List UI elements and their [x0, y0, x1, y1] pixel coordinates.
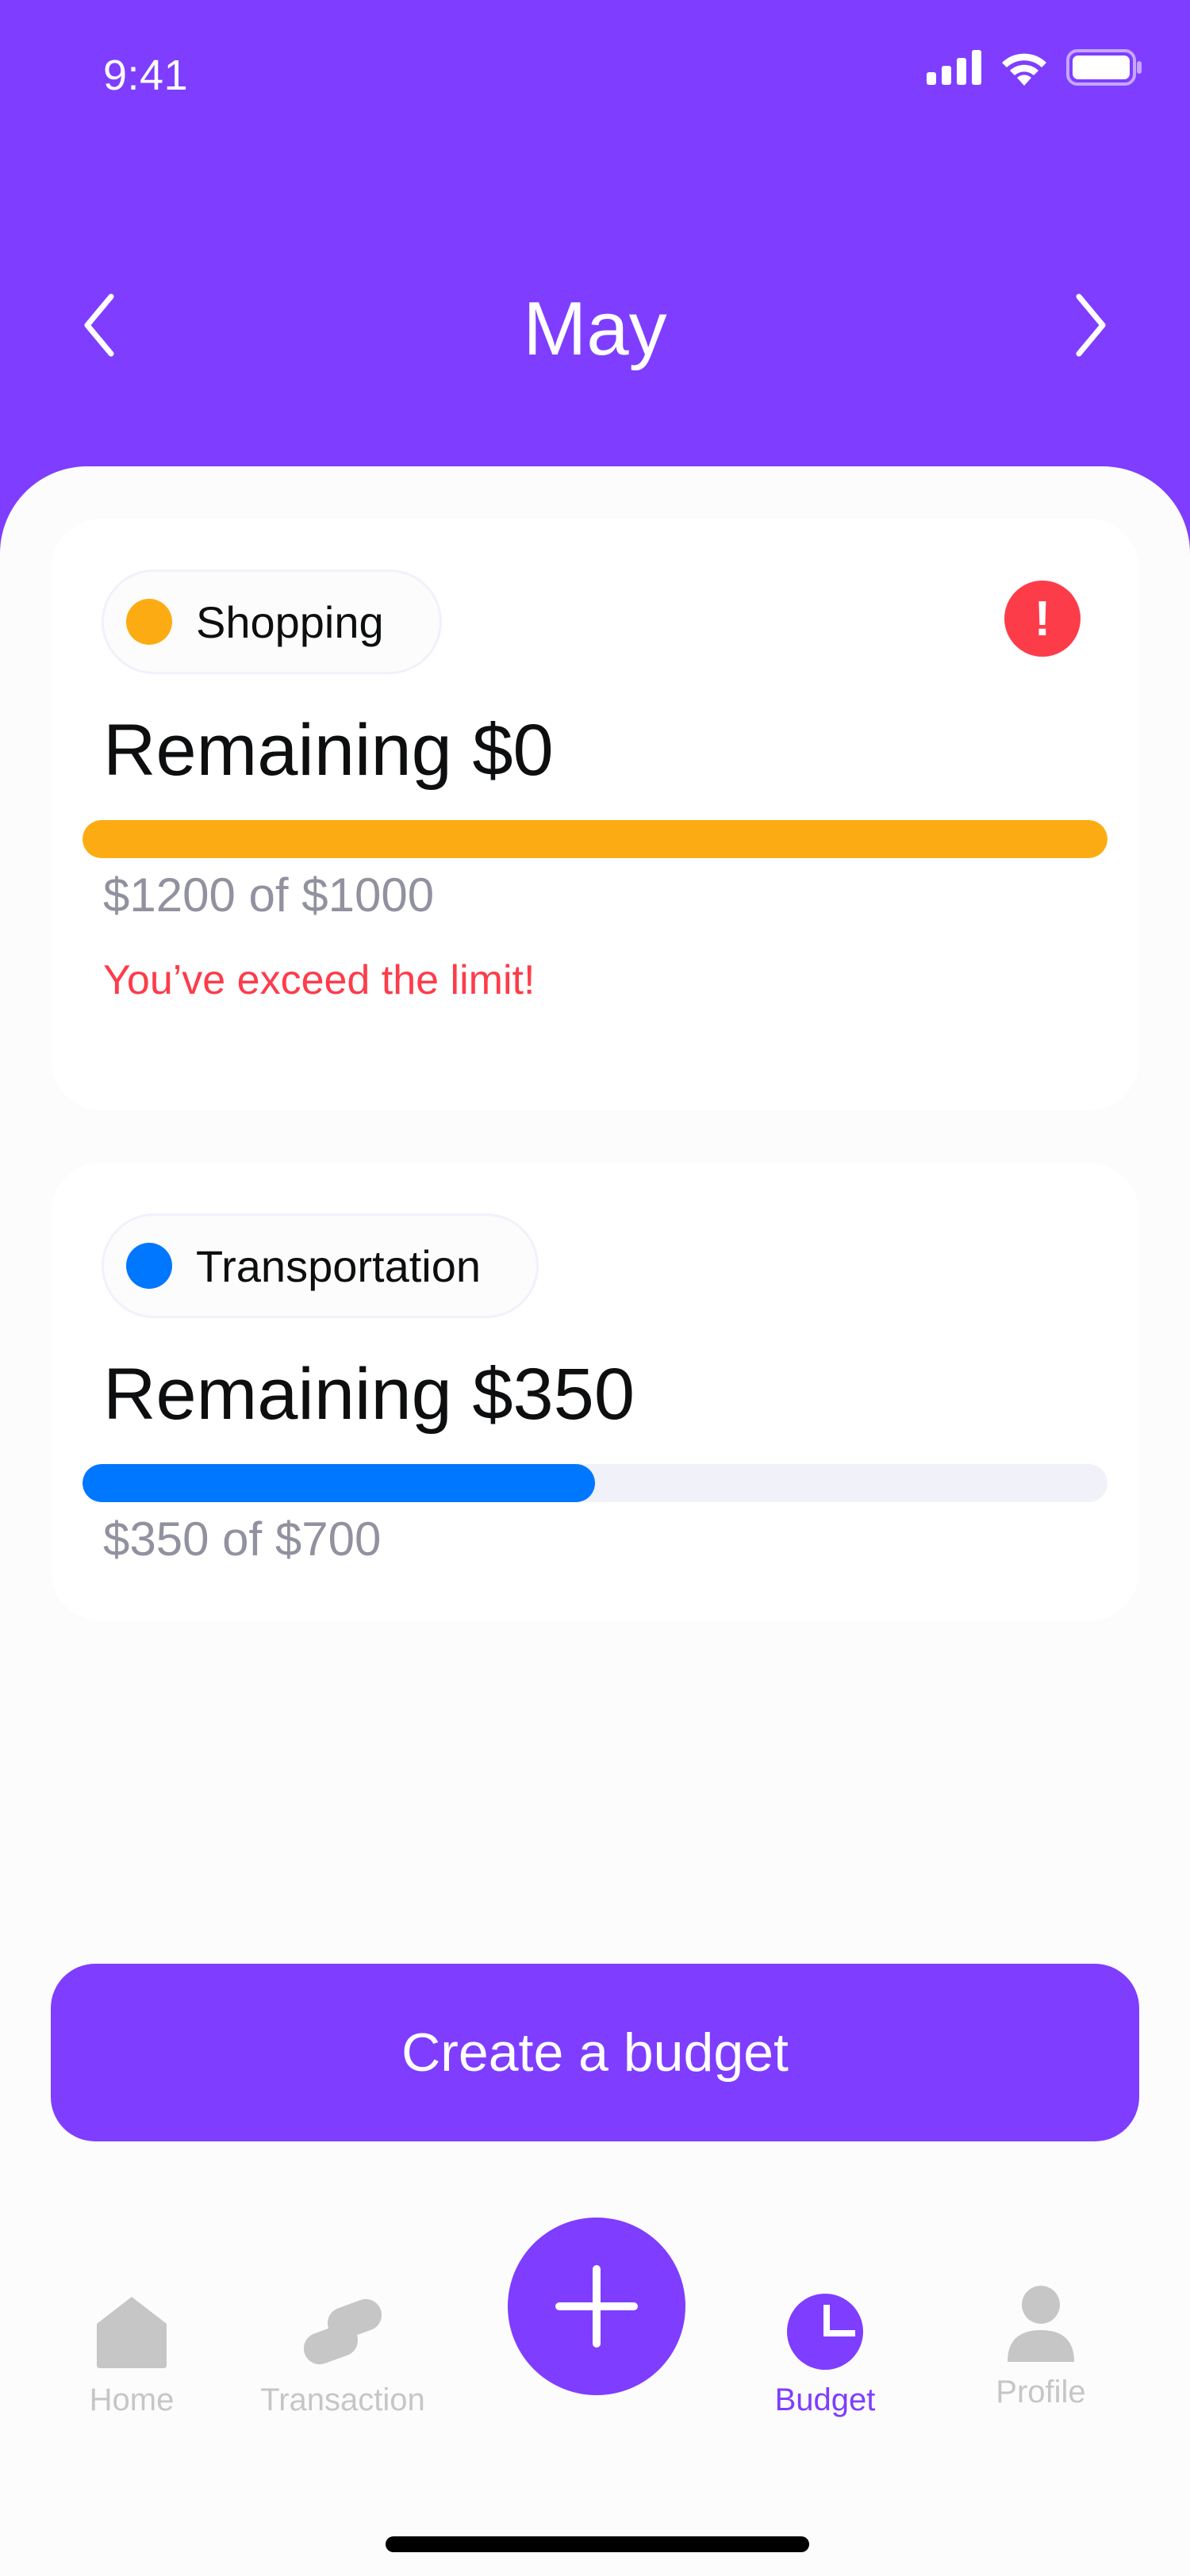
next-month-button[interactable]	[1055, 286, 1127, 365]
budget-progress-fill	[83, 1464, 595, 1502]
chevron-right-icon	[1076, 293, 1106, 357]
month-title: May	[523, 286, 667, 371]
budget-screen: 9:41 May Shopping ! Remaining $0 $1200 o…	[0, 0, 1190, 2576]
wifi-icon	[1002, 53, 1046, 86]
remaining-amount: Remaining $350	[103, 1354, 635, 1435]
alert-icon: !	[1004, 581, 1081, 657]
nav-home[interactable]: Home	[36, 2292, 227, 2418]
nav-profile-label: Profile	[996, 2375, 1086, 2409]
pie-chart-icon	[787, 2294, 863, 2370]
budget-progress-fill	[83, 820, 1107, 858]
status-time: 9:41	[103, 52, 189, 99]
home-icon	[97, 2297, 167, 2368]
category-label: Shopping	[196, 596, 384, 647]
nav-profile[interactable]: Profile	[946, 2284, 1136, 2410]
add-button[interactable]	[508, 2218, 685, 2395]
transaction-icon	[303, 2298, 382, 2365]
budget-progress-bar	[83, 820, 1107, 858]
plus-icon	[555, 2265, 638, 2348]
nav-transaction-label: Transaction	[260, 2382, 425, 2417]
remaining-amount: Remaining $0	[103, 710, 554, 791]
spent-of-limit: $350 of $700	[103, 1512, 382, 1566]
budget-card-shopping[interactable]: Shopping ! Remaining $0 $1200 of $1000 Y…	[51, 519, 1139, 1110]
user-icon	[1008, 2286, 1074, 2362]
nav-budget-label: Budget	[774, 2382, 876, 2417]
spent-of-limit: $1200 of $1000	[103, 868, 435, 922]
budget-card-transportation[interactable]: Transportation Remaining $350 $350 of $7…	[51, 1163, 1139, 1621]
category-label: Transportation	[196, 1240, 481, 1291]
budget-progress-bar	[83, 1464, 1107, 1502]
limit-warning: You’ve exceed the limit!	[103, 957, 536, 1003]
status-bar: 9:41	[0, 0, 1190, 159]
category-color-dot	[126, 599, 172, 645]
battery-icon	[1066, 49, 1142, 86]
bottom-navigation: Home Transaction Budget Profile	[0, 2173, 1190, 2576]
create-budget-button[interactable]: Create a budget	[51, 1964, 1139, 2141]
status-icons	[927, 49, 1142, 86]
category-chip: Transportation	[102, 1213, 539, 1318]
category-color-dot	[126, 1243, 172, 1289]
category-chip: Shopping	[102, 569, 442, 674]
nav-budget[interactable]: Budget	[730, 2292, 920, 2418]
home-indicator	[386, 2536, 809, 2552]
signal-icon	[927, 50, 981, 85]
nav-home-label: Home	[89, 2382, 175, 2417]
nav-transaction[interactable]: Transaction	[248, 2292, 438, 2418]
month-header: May	[0, 254, 1190, 397]
